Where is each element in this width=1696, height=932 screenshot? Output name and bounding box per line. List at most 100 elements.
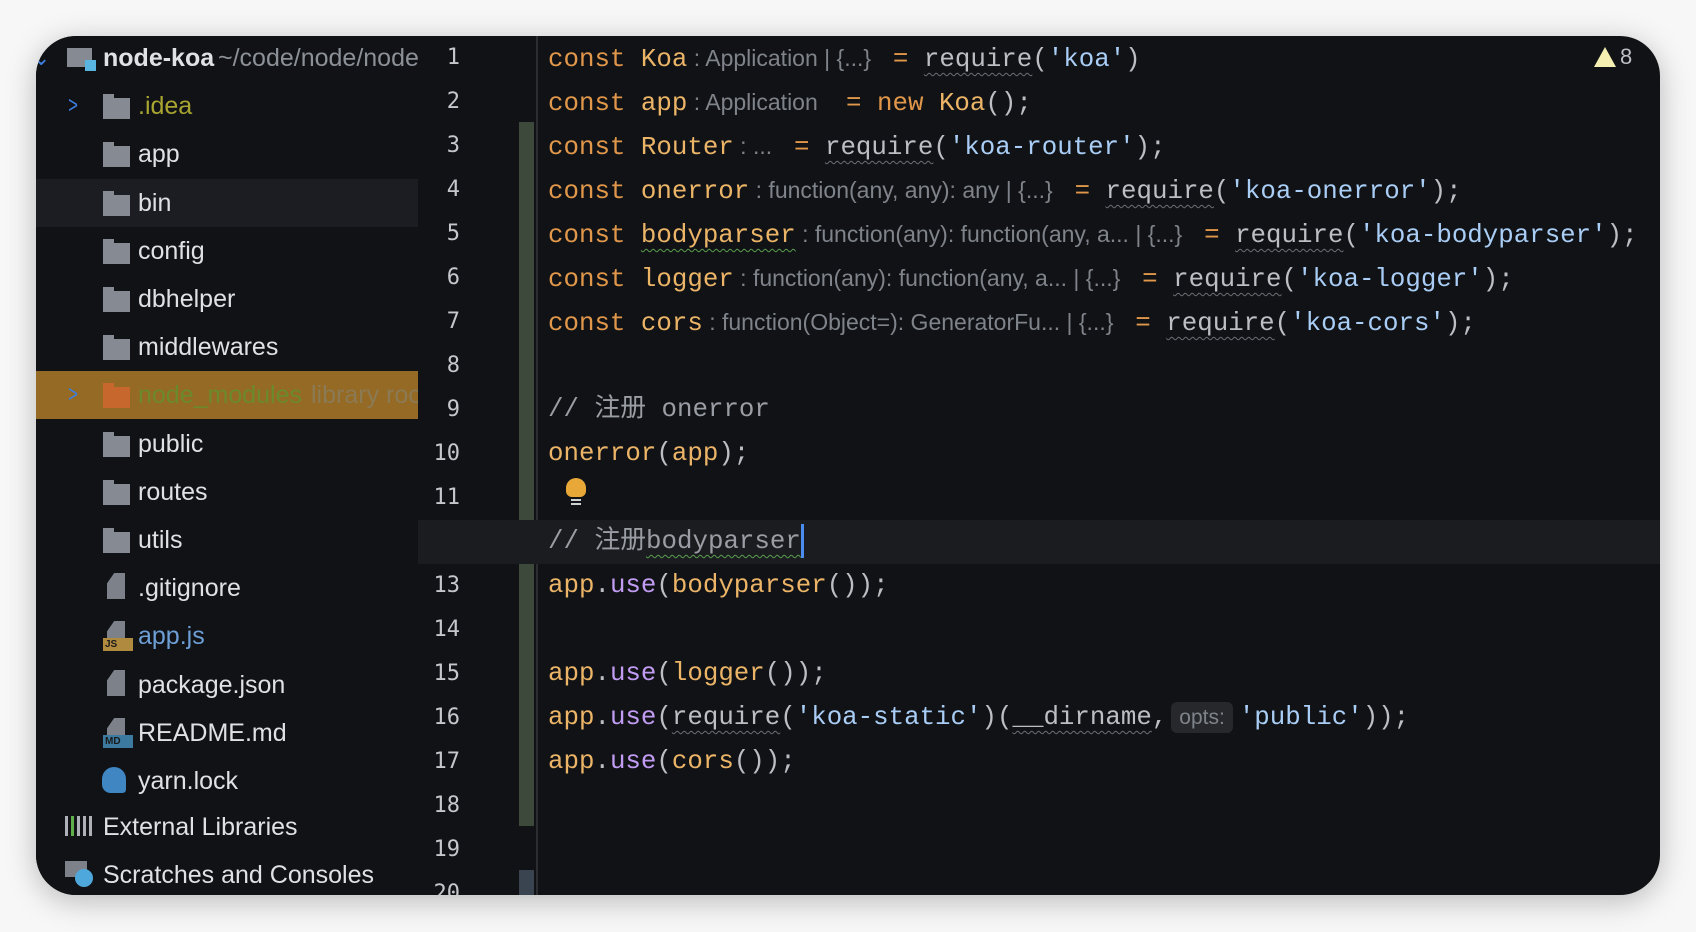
code-token: 'koa-cors': [1290, 309, 1445, 338]
ide-window: ⌄ node-koa ~/code/node/node-koa External…: [36, 36, 1660, 895]
inspection-widget[interactable]: 8: [1594, 44, 1632, 70]
code-token: );: [1606, 221, 1638, 250]
code-token: =: [830, 89, 877, 118]
code-token: app: [548, 703, 595, 732]
code-token: 'koa-bodyparser': [1358, 221, 1607, 250]
code-line[interactable]: app.use(cors());: [548, 740, 796, 784]
tree-item-yarn-lock[interactable]: yarn.lock: [36, 757, 418, 805]
expanded-chevron-icon[interactable]: ⌄: [36, 45, 50, 71]
code-line[interactable]: const bodyparser : function(any): functi…: [548, 212, 1638, 256]
warning-icon: [1594, 47, 1616, 67]
folder-icon: [103, 432, 130, 457]
inlay-hint: : function(any): function(any, a... | {.…: [795, 221, 1189, 247]
code-line[interactable]: app.use(logger());: [548, 652, 827, 696]
code-token: Koa: [640, 45, 688, 74]
code-token: =: [1119, 309, 1167, 338]
tree-item-readme-md[interactable]: MD README.md: [36, 709, 418, 757]
code-line[interactable]: const app : Application = new Koa();: [548, 80, 1032, 124]
project-root-row[interactable]: ⌄ node-koa ~/code/node/node-koa: [36, 36, 418, 82]
code-token: require: [1235, 221, 1344, 250]
code-token: app: [548, 659, 595, 688]
code-line[interactable]: onerror(app);: [548, 432, 749, 476]
code-token: .: [594, 571, 610, 600]
code-line[interactable]: const cors : function(Object=): Generato…: [548, 300, 1476, 344]
chevron-right-icon[interactable]: >: [68, 92, 78, 120]
folder-icon: [103, 239, 130, 264]
tree-item-label: yarn.lock: [138, 766, 239, 795]
code-line[interactable]: app.use(bodyparser());: [548, 564, 889, 608]
code-token: (: [656, 703, 672, 732]
code-token: );: [1134, 133, 1166, 162]
scratches-row[interactable]: Scratches and Consoles: [36, 851, 418, 895]
code-token: =: [778, 133, 825, 162]
folder-icon: [103, 287, 130, 312]
code-token: bodyparser: [640, 221, 796, 250]
tree-item-label: routes: [138, 477, 208, 506]
code-token: new: [877, 89, 924, 118]
code-token: .: [594, 659, 610, 688]
code-token: require: [1166, 309, 1275, 338]
tree-item-label: README.md: [138, 718, 287, 747]
library-root-label: library root: [311, 380, 418, 409]
text-caret: [800, 524, 804, 559]
inlay-hint: opts:: [1171, 702, 1233, 733]
code-token: (: [780, 703, 796, 732]
code-line[interactable]: // 注册bodyparser: [548, 520, 804, 564]
project-tree: ⌄ node-koa ~/code/node/node-koa External…: [36, 36, 418, 895]
tree-item-label: config: [138, 236, 205, 265]
code-token: ());: [826, 571, 889, 600]
code-token: bodyparser: [646, 527, 801, 556]
code-line[interactable]: // 注册 onerror: [548, 388, 770, 432]
code-token: onerror: [548, 439, 657, 468]
code-token: Koa: [938, 89, 986, 118]
code-token: 'koa-router': [948, 133, 1135, 162]
code-token: // 注册 onerror: [548, 395, 770, 424]
external-libraries-row[interactable]: External Libraries: [36, 803, 418, 851]
tree-item-label: middlewares: [138, 332, 279, 361]
code-token: Router: [640, 133, 734, 162]
tree-item-public[interactable]: public: [36, 420, 418, 468]
code-token: const: [548, 89, 626, 118]
code-token: use: [609, 747, 657, 776]
code-token: app: [640, 89, 688, 118]
tree-item-middlewares[interactable]: middlewares: [36, 323, 418, 371]
tree-item-app-js[interactable]: JS app.js: [36, 612, 418, 660]
code-line[interactable]: const onerror : function(any, any): any …: [548, 168, 1462, 212]
chevron-right-icon[interactable]: >: [68, 381, 78, 409]
code-token: // 注册: [548, 527, 647, 556]
tree-item-label: app.js: [138, 621, 205, 650]
tree-item-node-modules[interactable]: > node_modules library root: [36, 371, 418, 419]
tree-item-dbhelper[interactable]: dbhelper: [36, 275, 418, 323]
tree-item-idea[interactable]: > .idea: [36, 82, 418, 130]
tree-item-app[interactable]: app: [36, 130, 418, 178]
intention-bulb-icon[interactable]: [566, 478, 586, 506]
tree-item-routes[interactable]: routes: [36, 468, 418, 516]
folder-icon: [103, 335, 130, 360]
code-line[interactable]: app.use(require('koa-static')(__dirname,…: [548, 696, 1409, 740]
code-token: (: [1032, 45, 1048, 74]
inlay-hint: : function(any): function(any, a... | {.…: [733, 265, 1127, 291]
tree-item-utils[interactable]: utils: [36, 516, 418, 564]
code-token: const: [548, 221, 626, 250]
code-token: use: [609, 703, 657, 732]
code-token: const: [548, 265, 626, 294]
code-token: );: [1444, 309, 1476, 338]
code-line[interactable]: const Router : ... = require('koa-router…: [548, 124, 1166, 168]
code-line[interactable]: const Koa : Application | {...} = requir…: [548, 36, 1141, 80]
code-editor[interactable]: const Koa : Application | {...} = requir…: [418, 36, 1660, 895]
code-token: ): [1125, 45, 1141, 74]
code-line[interactable]: const logger : function(any): function(a…: [548, 256, 1514, 300]
tree-item-bin[interactable]: bin: [36, 179, 418, 227]
code-token: const: [548, 177, 626, 206]
inlay-hint: : function(Object=): GeneratorFu... | {.…: [702, 309, 1120, 335]
tree-item-label: bin: [138, 188, 172, 217]
tree-item-gitignore[interactable]: .gitignore: [36, 564, 418, 612]
inlay-hint: : Application: [687, 89, 831, 115]
tree-item-config[interactable]: config: [36, 227, 418, 275]
code-token: 'koa-onerror': [1229, 177, 1431, 206]
tree-item-package-json[interactable]: package.json: [36, 661, 418, 709]
code-token: (: [656, 571, 672, 600]
